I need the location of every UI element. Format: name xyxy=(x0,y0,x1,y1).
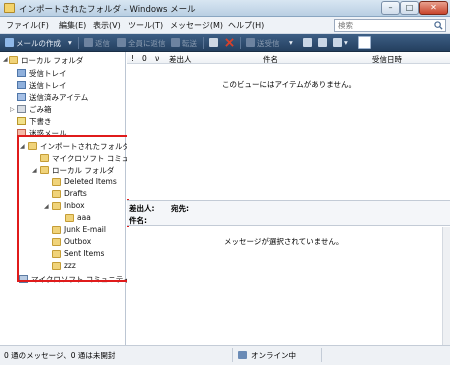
preview-to-label: 宛先: xyxy=(171,204,189,213)
reply-all-button[interactable]: 全員に返信 xyxy=(128,38,166,49)
toolbar-separator xyxy=(203,37,204,49)
column-subject[interactable]: 件名 xyxy=(263,54,278,65)
windows-mail-icon xyxy=(4,3,15,13)
menu-tools[interactable]: ツール(T) xyxy=(128,20,163,31)
status-bar: 0 通のメッセージ、0 通は未開封 オンライン中 xyxy=(0,345,450,365)
menu-view[interactable]: 表示(V) xyxy=(93,20,121,31)
calendar-icon[interactable] xyxy=(318,38,327,47)
reply-button[interactable]: 返信 xyxy=(95,38,110,49)
online-status: オンライン中 xyxy=(251,351,296,360)
contacts-icon[interactable] xyxy=(303,38,312,47)
toolbar-separator xyxy=(78,37,79,49)
inbox-icon xyxy=(17,69,26,77)
trash-icon xyxy=(17,105,26,113)
status-divider xyxy=(321,348,322,362)
message-list: ! 0 ν 差出人 件名 受信日時 このビューにはアイテムがありません。 xyxy=(127,52,450,199)
preview-subject-label: 件名: xyxy=(129,216,147,225)
layout-icon[interactable] xyxy=(358,36,371,49)
show-hide-dropdown-icon[interactable]: ▾ xyxy=(344,38,348,47)
toolbar-separator xyxy=(240,37,241,49)
preview-header: 差出人: 宛先: 件名: xyxy=(127,200,450,226)
column-priority[interactable]: ! xyxy=(131,54,134,63)
column-from[interactable]: 差出人 xyxy=(169,54,192,65)
sent-icon xyxy=(17,93,26,101)
drafts-icon xyxy=(17,117,26,125)
maximize-button[interactable]: □ xyxy=(400,1,419,15)
outbox-icon xyxy=(17,81,26,89)
forward-icon xyxy=(171,38,180,47)
send-receive-button[interactable]: 送受信 xyxy=(257,38,280,49)
send-receive-icon xyxy=(246,38,255,47)
create-mail-button[interactable]: メールの作成 xyxy=(16,38,61,49)
menu-file[interactable]: ファイル(F) xyxy=(6,20,49,31)
show-hide-icon[interactable] xyxy=(333,38,342,47)
column-watch[interactable]: ν xyxy=(155,54,159,63)
menu-help[interactable]: ヘルプ(H) xyxy=(228,20,264,31)
window-title: インポートされたフォルダ - Windows メール xyxy=(19,5,196,15)
create-mail-dropdown-icon[interactable]: ▾ xyxy=(68,38,72,47)
column-attachment[interactable]: 0 xyxy=(142,54,147,63)
collapse-icon[interactable]: ◢ xyxy=(3,56,8,63)
menu-edit[interactable]: 編集(E) xyxy=(59,20,86,31)
minimize-button[interactable]: – xyxy=(381,1,400,15)
column-received[interactable]: 受信日時 xyxy=(372,54,402,65)
no-message-text: メッセージが選択されていません。 xyxy=(224,237,344,246)
menu-message[interactable]: メッセージ(M) xyxy=(170,20,223,31)
status-divider xyxy=(232,348,233,362)
expand-icon[interactable]: ▷ xyxy=(10,106,15,113)
reply-all-icon xyxy=(117,38,126,47)
preview-scrollbar[interactable] xyxy=(442,227,450,345)
forward-button[interactable]: 転送 xyxy=(182,38,197,49)
online-icon xyxy=(238,351,247,359)
title-bar: インポートされたフォルダ - Windows メール – □ ✕ xyxy=(0,0,450,17)
print-icon[interactable] xyxy=(209,38,218,47)
search-input[interactable] xyxy=(335,20,431,31)
search-box[interactable] xyxy=(334,19,446,32)
highlight-box xyxy=(17,135,129,282)
column-header: ! 0 ν 差出人 件名 受信日時 xyxy=(127,52,450,64)
preview-pane: メッセージが選択されていません。 xyxy=(127,227,450,345)
send-receive-dropdown-icon[interactable]: ▾ xyxy=(289,38,293,47)
reply-icon xyxy=(84,38,93,47)
folder-icon xyxy=(9,56,18,64)
delete-icon[interactable] xyxy=(225,38,234,47)
preview-from-label: 差出人: xyxy=(129,204,155,213)
message-count: 0 通のメッセージ、0 通は未開封 xyxy=(4,351,116,360)
close-button[interactable]: ✕ xyxy=(419,1,448,15)
toolbar: メールの作成 ▾ 返信 全員に返信 転送 送受信 ▾ ▾ xyxy=(0,34,450,52)
empty-list-text: このビューにはアイテムがありません。 xyxy=(222,80,357,89)
search-icon[interactable] xyxy=(434,21,443,30)
create-mail-icon xyxy=(5,38,14,47)
